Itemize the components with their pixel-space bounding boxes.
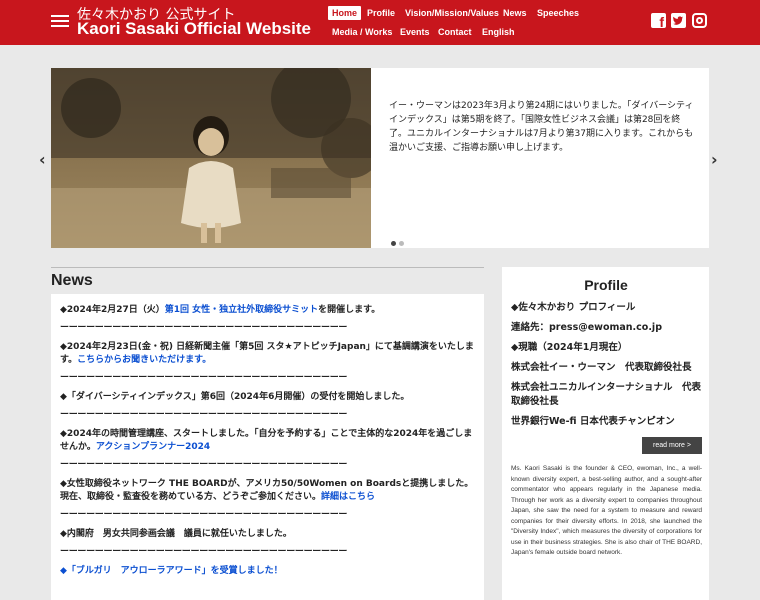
profile-line: ◆佐々木かおり プロフィール (511, 302, 636, 313)
news-item: ◆2024年2月23日(金・祝) 日経新聞主催「第5回 スタ★アトピッチJapa… (60, 342, 474, 365)
news-separator: ーーーーーーーーーーーーーーーーーーーーーーーーーーーーーーーーー (60, 323, 348, 333)
nav-vision[interactable]: Vision/Mission/Values (405, 8, 499, 18)
news-item: ◆2024年の時間管理講座、スタートしました。「自分を予約する」ことで主体的な2… (60, 429, 473, 452)
news-list: ◆2024年2月27日（火）第1回 女性・独立社外取締役サミットを開催します。 … (51, 294, 484, 600)
profile-line: ◆現職（2024年1月現在） (511, 342, 628, 353)
slide-photo (51, 68, 371, 248)
nav-events[interactable]: Events (400, 27, 430, 37)
profile-line: 株式会社イー・ウーマン 代表取締役社長 (511, 362, 692, 373)
nav-home[interactable]: Home (328, 6, 362, 20)
slider-dot-1[interactable] (391, 241, 396, 246)
profile-contact: 連絡先：press@ewoman.co.jp (511, 322, 662, 333)
news-link[interactable]: 第1回 女性・独立社外取締役サミット (165, 305, 318, 315)
news-link[interactable]: アクションプランナー2024 (96, 442, 210, 452)
nav-news[interactable]: News (503, 8, 527, 18)
nav-media-works[interactable]: Media / Works (332, 27, 392, 37)
news-link[interactable]: ◆「ブルガリ アウローラアワード」を受賞しました！ (60, 566, 283, 576)
news-divider (51, 267, 484, 268)
profile-line: 世界銀行We-fi 日本代表チャンピオン (511, 416, 675, 427)
nav-english[interactable]: English (482, 27, 515, 37)
nav-speeches[interactable]: Speeches (537, 8, 579, 18)
site-header: 佐々木かおり 公式サイト Kaori Sasaki Official Websi… (0, 0, 760, 45)
news-separator: ーーーーーーーーーーーーーーーーーーーーーーーーーーーーーーーーー (60, 510, 348, 520)
menu-icon[interactable] (51, 15, 69, 28)
read-more-button[interactable]: read more > (642, 437, 702, 454)
news-heading: News (51, 272, 93, 289)
slider-dot-2[interactable] (399, 241, 404, 246)
news-link[interactable]: 詳細はこちら (321, 492, 375, 502)
news-separator: ーーーーーーーーーーーーーーーーーーーーーーーーーーーーーーーーー (60, 373, 348, 383)
profile-panel: Profile ◆佐々木かおり プロフィール 連絡先：press@ewoman.… (502, 267, 709, 600)
twitter-icon[interactable] (671, 13, 686, 28)
nav-contact[interactable]: Contact (438, 27, 472, 37)
profile-bio-en: Ms. Kaori Sasaki is the founder & CEO, e… (511, 465, 702, 556)
news-separator: ーーーーーーーーーーーーーーーーーーーーーーーーーーーーーーーーー (60, 410, 348, 420)
child-photo-image (51, 68, 371, 248)
profile-line: 株式会社ユニカルインターナショナル 代表取締役社長 (511, 382, 702, 407)
news-link[interactable]: こちらからお聞きいただけます。 (77, 355, 211, 365)
instagram-icon[interactable] (692, 13, 707, 28)
slider-next-icon[interactable]: › (711, 150, 718, 169)
news-separator: ーーーーーーーーーーーーーーーーーーーーーーーーーーーーーーーーー (60, 460, 348, 470)
profile-heading: Profile (584, 277, 628, 293)
slider-prev-icon[interactable]: ‹ (39, 150, 46, 169)
slide-text: イー・ウーマンは2023年3月より第24期にはいりました。「ダイバーシティインデ… (389, 101, 694, 153)
news-item: ◆「ブルガリ アウローラアワード」を受賞しました！ (60, 565, 476, 578)
news-item: ◆2024年2月27日（火）第1回 女性・独立社外取締役サミットを開催します。 (60, 305, 381, 315)
facebook-icon[interactable] (651, 13, 666, 30)
site-title-en[interactable]: Kaori Sasaki Official Website (77, 19, 311, 39)
news-item: ◆内閣府 男女共同参画会議 議員に就任いたしました。 (60, 529, 292, 539)
news-item: ◆女性取締役ネットワーク THE BOARDが、アメリカ50/50Women o… (60, 479, 474, 502)
hero-slider: イー・ウーマンは2023年3月より第24期にはいりました。「ダイバーシティインデ… (51, 68, 709, 248)
news-separator: ーーーーーーーーーーーーーーーーーーーーーーーーーーーーーーーーー (60, 547, 348, 557)
nav-profile[interactable]: Profile (367, 8, 395, 18)
news-item: ◆「ダイバーシティインデックス」第6回（2024年6月開催）の受付を開始しました… (60, 392, 410, 402)
slider-dots (391, 231, 407, 250)
